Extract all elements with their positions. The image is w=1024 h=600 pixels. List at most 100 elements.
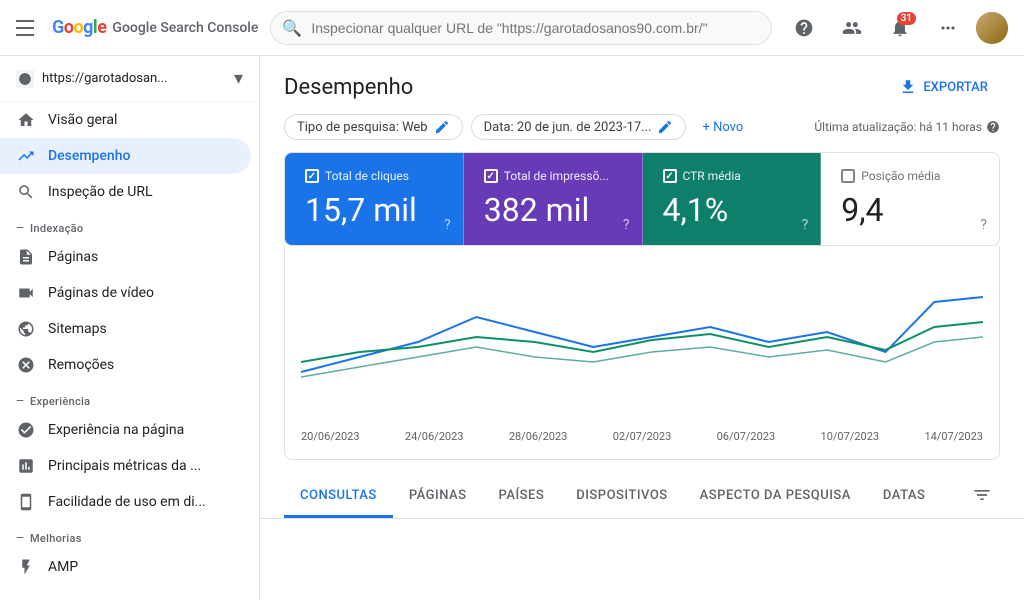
tab-consultas[interactable]: CONSULTAS [284, 476, 393, 518]
ctr-checkbox[interactable] [663, 169, 677, 183]
search-type-filter[interactable]: Tipo de pesquisa: Web [284, 114, 463, 140]
impressions-label: Total de impressõ... [504, 169, 609, 183]
apps-button[interactable] [928, 8, 968, 48]
search-bar[interactable]: 🔍 [270, 11, 772, 45]
tab-paginas[interactable]: PÁGINAS [393, 476, 483, 518]
metric-impressions[interactable]: Total de impressõ... 382 mil ? [464, 153, 643, 245]
main-layout: https://garotadosan... ▾ Visão geral Des… [0, 56, 1024, 600]
tab-paises[interactable]: PAÍSES [483, 476, 561, 518]
site-favicon [16, 70, 34, 88]
google-logo-text: Google [52, 17, 106, 38]
pages-icon [16, 247, 36, 267]
date-label-3: 02/07/2023 [613, 430, 672, 443]
sidebar-item-usabilidade[interactable]: Facilidade de uso em di... [0, 484, 251, 520]
impressions-help-icon[interactable]: ? [623, 217, 630, 233]
sidebar-label-sitemaps: Sitemaps [48, 321, 107, 337]
sidebar-item-inspecao-url[interactable]: Inspeção de URL [0, 174, 251, 210]
ctr-help-icon[interactable]: ? [802, 217, 809, 233]
new-filter-label: + Novo [702, 120, 743, 135]
metric-clicks[interactable]: Total de cliques 15,7 mil ? [285, 153, 464, 245]
app-title: Google Search Console [112, 20, 258, 36]
sidebar-label-visao-geral: Visão geral [48, 112, 117, 128]
position-help-icon[interactable]: ? [980, 217, 987, 233]
date-label-0: 20/06/2023 [301, 430, 360, 443]
help-button[interactable] [784, 8, 824, 48]
metric-ctr[interactable]: CTR média 4,1% ? [643, 153, 822, 245]
page-title: Desempenho [284, 75, 413, 100]
sidebar: https://garotadosan... ▾ Visão geral Des… [0, 56, 260, 600]
clicks-label: Total de cliques [325, 169, 409, 183]
ctr-value: 4,1% [663, 191, 801, 229]
sidebar-item-remocoes[interactable]: Remoções [0, 347, 251, 383]
user-management-button[interactable] [832, 8, 872, 48]
search-type-label: Tipo de pesquisa: Web [297, 120, 428, 135]
clicks-checkbox[interactable] [305, 169, 319, 183]
clicks-value: 15,7 mil [305, 191, 443, 229]
video-icon [16, 283, 36, 303]
position-value: 9,4 [841, 191, 979, 229]
mobile-icon [16, 492, 36, 512]
sidebar-label-amp: AMP [48, 559, 78, 575]
section-experiencia: Experiência [0, 383, 259, 412]
notification-badge: 31 [897, 12, 916, 25]
sidebar-label-inspecao: Inspeção de URL [48, 184, 153, 200]
site-url-label: https://garotadosan... [42, 71, 226, 86]
topbar: Google Google Search Console 🔍 31 [0, 0, 1024, 56]
export-button[interactable]: EXPORTAR [887, 72, 1000, 102]
sitemap-icon [16, 319, 36, 339]
date-label-1: 24/06/2023 [405, 430, 464, 443]
site-selector[interactable]: https://garotadosan... ▾ [0, 56, 259, 102]
search-icon: 🔍 [282, 18, 302, 37]
sidebar-item-paginas[interactable]: Páginas [0, 239, 251, 275]
site-dropdown-icon[interactable]: ▾ [234, 68, 243, 89]
date-label: Data: 20 de jun. de 2023-17... [484, 120, 652, 135]
content-header: Desempenho EXPORTAR [260, 56, 1024, 114]
data-tabs: CONSULTAS PÁGINAS PAÍSES DISPOSITIVOS AS… [284, 476, 941, 518]
section-indexacao: Indexação [0, 210, 259, 239]
chart-date-labels: 20/06/2023 24/06/2023 28/06/2023 02/07/2… [301, 426, 983, 451]
content-area: Desempenho EXPORTAR Tipo de pesquisa: We… [260, 56, 1024, 600]
performance-chart [301, 262, 983, 422]
sidebar-label-usabilidade: Facilidade de uso em di... [48, 494, 206, 510]
table-filter-icon[interactable] [964, 477, 1000, 518]
date-filter[interactable]: Data: 20 de jun. de 2023-17... [471, 114, 687, 140]
impressions-value: 382 mil [484, 191, 622, 229]
remove-icon [16, 355, 36, 375]
sidebar-item-exp-pagina[interactable]: Experiência na página [0, 412, 251, 448]
position-label: Posição média [861, 169, 940, 183]
last-update-label: Última atualização: há 11 horas [814, 120, 1000, 134]
export-label: EXPORTAR [923, 80, 988, 95]
impressions-checkbox[interactable] [484, 169, 498, 183]
metric-position[interactable]: Posição média 9,4 ? [821, 153, 999, 245]
chart-container: 20/06/2023 24/06/2023 28/06/2023 02/07/2… [284, 246, 1000, 460]
home-icon [16, 110, 36, 130]
notifications-button[interactable]: 31 [880, 8, 920, 48]
sidebar-item-paginas-video[interactable]: Páginas de vídeo [0, 275, 251, 311]
tab-dispositivos[interactable]: DISPOSITIVOS [560, 476, 683, 518]
app-logo: Google Google Search Console [52, 17, 258, 38]
date-label-2: 28/06/2023 [509, 430, 568, 443]
search-input[interactable] [270, 11, 772, 45]
tab-aspecto[interactable]: ASPECTO DA PESQUISA [684, 476, 867, 518]
date-label-6: 14/07/2023 [924, 430, 983, 443]
amp-icon [16, 557, 36, 577]
sidebar-label-desempenho: Desempenho [48, 148, 130, 164]
section-melhorias: Melhorias [0, 520, 259, 549]
trending-icon [16, 146, 36, 166]
sidebar-item-desempenho[interactable]: Desempenho [0, 138, 251, 174]
sidebar-item-sitemaps[interactable]: Sitemaps [0, 311, 251, 347]
new-filter-button[interactable]: + Novo [694, 116, 751, 139]
position-checkbox[interactable] [841, 169, 855, 183]
sidebar-item-visao-geral[interactable]: Visão geral [0, 102, 251, 138]
clicks-help-icon[interactable]: ? [444, 217, 451, 233]
sidebar-item-amp[interactable]: AMP [0, 549, 251, 585]
ctr-label: CTR média [683, 169, 741, 183]
date-label-5: 10/07/2023 [821, 430, 880, 443]
search-icon [16, 182, 36, 202]
sidebar-item-metricas[interactable]: Principais métricas da ... [0, 448, 251, 484]
tab-datas[interactable]: DATAS [867, 476, 942, 518]
menu-icon[interactable] [16, 16, 40, 40]
sidebar-label-metricas: Principais métricas da ... [48, 458, 201, 474]
sidebar-label-paginas-video: Páginas de vídeo [48, 285, 154, 301]
user-avatar[interactable] [976, 12, 1008, 44]
